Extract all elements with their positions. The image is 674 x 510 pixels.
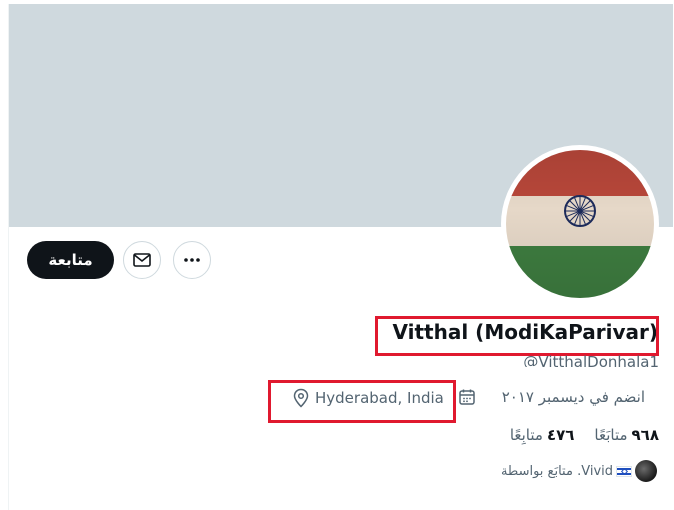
followers-label: متابِعًا <box>509 426 543 444</box>
israel-flag-icon <box>616 465 632 477</box>
following-stat[interactable]: ٩٦٨متابَعًا <box>594 426 659 444</box>
location-highlight-box <box>268 380 456 423</box>
followers-stat[interactable]: ٤٧٦متابِعًا <box>510 426 575 444</box>
ashoka-chakra-icon <box>564 195 596 227</box>
followed-by-row[interactable]: Vivid. متابَع بواسطة <box>501 460 657 482</box>
join-date: انضم في ديسمبر ٢٠١٧ <box>501 388 645 406</box>
followers-count: ٤٧٦ <box>546 426 575 444</box>
followed-by-text: Vivid. متابَع بواسطة <box>500 463 613 479</box>
user-handle: @VitthalDonhala1 <box>523 353 659 367</box>
avatar[interactable] <box>506 150 654 298</box>
mail-icon <box>133 253 151 267</box>
more-icon <box>184 258 200 262</box>
message-button[interactable] <box>123 241 161 279</box>
following-label: متابَعًا <box>594 426 628 444</box>
calendar-icon <box>459 389 475 405</box>
follow-stats: ٩٦٨متابَعًا ٤٧٦متابِعًا <box>510 426 659 444</box>
more-button[interactable] <box>173 241 211 279</box>
following-count: ٩٦٨ <box>631 426 659 444</box>
follow-button[interactable]: متابعة <box>27 241 114 279</box>
follower-avatar <box>635 460 657 482</box>
profile-page: متابعة Vitthal (ModiKaParivar) @VitthalD… <box>0 0 674 510</box>
